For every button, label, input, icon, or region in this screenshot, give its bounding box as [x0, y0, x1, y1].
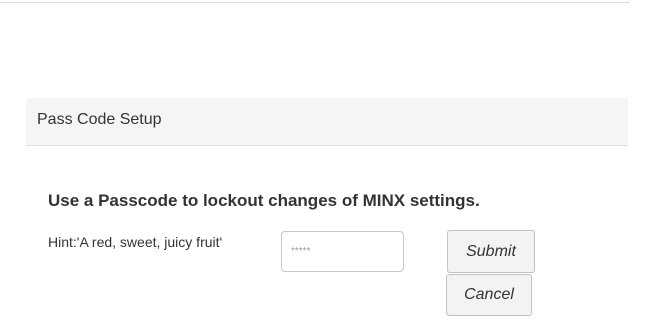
panel-heading: Pass Code Setup [26, 98, 628, 146]
passcode-heading: Use a Passcode to lockout changes of MIN… [48, 191, 480, 210]
cancel-button[interactable]: Cancel [446, 274, 532, 316]
passcode-input[interactable] [281, 231, 404, 272]
submit-button[interactable]: Submit [447, 230, 535, 273]
top-divider [0, 2, 630, 3]
panel-title: Pass Code Setup [37, 111, 162, 128]
page: Pass Code Setup Use a Passcode to lockou… [0, 0, 672, 333]
passcode-hint: Hint:'A red, sweet, juicy fruit' [48, 234, 223, 250]
